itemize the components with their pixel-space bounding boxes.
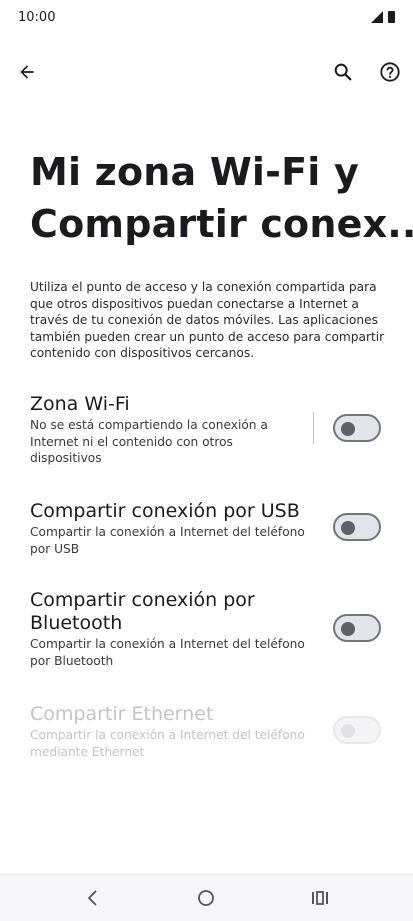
bluetooth-tethering-toggle[interactable]: [333, 614, 381, 642]
status-time: 10:00: [18, 10, 56, 25]
help-circle-icon: [380, 62, 400, 82]
setting-title: Compartir conexión por Bluetooth: [30, 589, 255, 634]
ethernet-tethering-toggle: [333, 716, 381, 744]
setting-title: Compartir conexión por USB: [30, 500, 300, 522]
battery-icon: [388, 11, 395, 23]
page-title: Mi zona Wi-Fi y Compartir conex...: [30, 146, 413, 250]
setting-bluetooth-tethering[interactable]: Compartir conexión por Bluetooth Compart…: [30, 589, 320, 669]
setting-subtitle: No se está compartiendo la conexión a In…: [30, 418, 268, 465]
nav-back-button[interactable]: [78, 885, 108, 911]
page-description: Utiliza el punto de acceso y la conexión…: [30, 280, 385, 360]
setting-subtitle: Compartir la conexión a Internet del tel…: [30, 728, 305, 759]
navigation-bar: [0, 874, 413, 921]
nav-recents-icon: [312, 891, 328, 905]
back-button[interactable]: [9, 54, 45, 90]
toggle-thumb: [341, 724, 355, 738]
setting-subtitle: Compartir la conexión a Internet del tel…: [30, 525, 305, 556]
app-bar: [0, 50, 413, 94]
nav-recents-button[interactable]: [305, 885, 335, 911]
search-icon: [334, 63, 352, 81]
search-button[interactable]: [325, 54, 361, 90]
setting-subtitle: Compartir la conexión a Internet del tel…: [30, 637, 305, 668]
setting-ethernet-tethering: Compartir Ethernet Compartir la conexión…: [30, 703, 320, 760]
setting-wifi-hotspot[interactable]: Zona Wi-Fi No se está compartiendo la co…: [30, 393, 280, 467]
setting-title: Compartir Ethernet: [30, 703, 214, 725]
page-title-line-2: Compartir conex...: [30, 202, 413, 246]
nav-back-icon: [87, 890, 97, 906]
setting-usb-tethering[interactable]: Compartir conexión por USB Compartir la …: [30, 500, 320, 557]
page-title-line-1: Mi zona Wi-Fi y: [30, 150, 359, 194]
help-button[interactable]: [372, 54, 408, 90]
setting-divider: [313, 412, 314, 444]
nav-home-button[interactable]: [191, 885, 221, 911]
nav-home-icon: [198, 890, 214, 906]
status-bar: 10:00: [0, 0, 413, 36]
arrow-left-icon: [20, 65, 34, 79]
toggle-thumb: [341, 622, 355, 636]
usb-tethering-toggle[interactable]: [333, 513, 381, 541]
toggle-thumb: [341, 422, 355, 436]
wifi-hotspot-toggle[interactable]: [333, 414, 381, 442]
setting-title: Zona Wi-Fi: [30, 393, 130, 415]
status-icons: [371, 11, 395, 23]
toggle-thumb: [341, 521, 355, 535]
signal-icon: [371, 11, 383, 23]
